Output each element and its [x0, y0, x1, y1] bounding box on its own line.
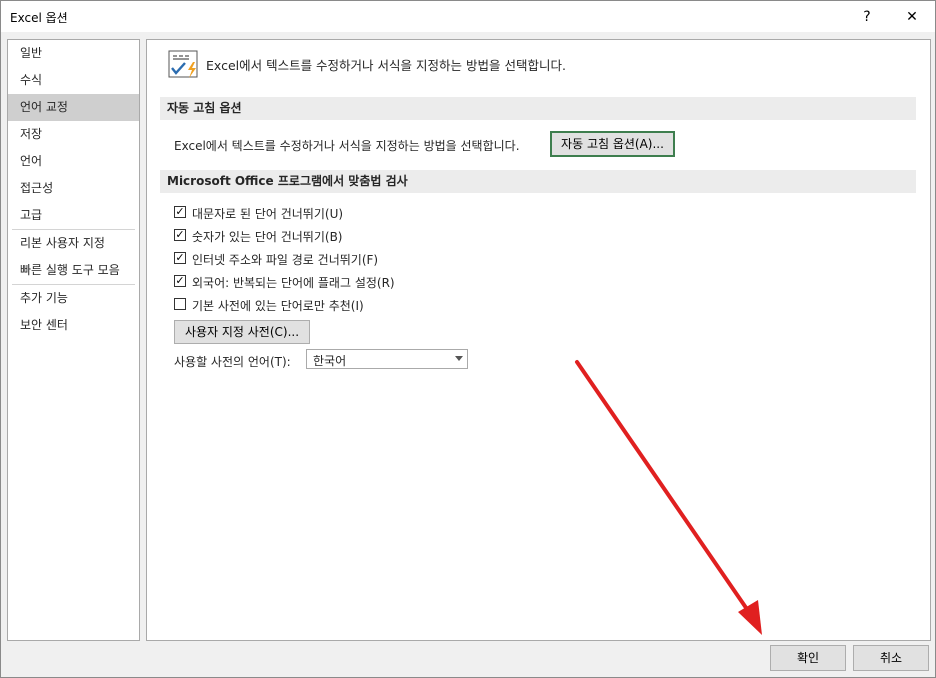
- checkbox[interactable]: ✓: [174, 229, 186, 241]
- proofing-icon: [168, 50, 198, 78]
- custom-dictionaries-button[interactable]: 사용자 지정 사전(C)...: [174, 320, 310, 344]
- option-label: 인터넷 주소와 파일 경로 건너뛰기(F): [192, 253, 379, 267]
- nav-item-add-ins[interactable]: 추가 기능: [8, 285, 139, 312]
- window-title: Excel 옵션: [10, 11, 68, 25]
- nav-item-save[interactable]: 저장: [8, 121, 139, 148]
- nav-item-general[interactable]: 일반: [8, 40, 139, 67]
- header-description: Excel에서 텍스트를 수정하거나 서식을 지정하는 방법을 선택합니다.: [206, 58, 566, 73]
- nav-item-proofing[interactable]: 언어 교정: [8, 94, 139, 121]
- category-nav: 일반 수식 언어 교정 저장 언어 접근성 고급 리본 사용자 지정 빠른 실행…: [7, 39, 140, 641]
- help-button[interactable]: ?: [850, 5, 884, 29]
- option-label: 숫자가 있는 단어 건너뛰기(B): [192, 230, 343, 244]
- chevron-down-icon: [455, 356, 463, 361]
- nav-item-language[interactable]: 언어: [8, 148, 139, 175]
- content-panel: Excel에서 텍스트를 수정하거나 서식을 지정하는 방법을 선택합니다. 자…: [146, 39, 931, 641]
- options-dialog: Excel 옵션 ? ✕ 일반 수식 언어 교정 저장 언어 접근성 고급 리본…: [0, 0, 936, 678]
- title-bar: Excel 옵션 ? ✕: [1, 1, 935, 32]
- cancel-button[interactable]: 취소: [853, 645, 929, 671]
- nav-item-quick-access-toolbar[interactable]: 빠른 실행 도구 모음: [8, 257, 139, 284]
- option-label: 대문자로 된 단어 건너뛰기(U): [192, 207, 344, 221]
- autocorrect-section-title: 자동 고침 옵션: [160, 97, 916, 120]
- close-button[interactable]: ✕: [895, 5, 929, 29]
- nav-item-trust-center[interactable]: 보안 센터: [8, 312, 139, 339]
- option-label: 기본 사전에 있는 단어로만 추천(I): [192, 299, 364, 313]
- dictionary-language-select[interactable]: 한국어: [306, 349, 468, 369]
- option-label: 외국어: 반복되는 단어에 플래그 설정(R): [192, 276, 395, 290]
- checkbox[interactable]: ✓: [174, 275, 186, 287]
- checkbox[interactable]: ✓: [174, 206, 186, 218]
- nav-item-customize-ribbon[interactable]: 리본 사용자 지정: [8, 230, 139, 257]
- checkbox[interactable]: [174, 298, 186, 310]
- selected-language: 한국어: [313, 354, 347, 368]
- nav-item-accessibility[interactable]: 접근성: [8, 175, 139, 202]
- nav-item-advanced[interactable]: 고급: [8, 202, 139, 229]
- autocorrect-description: Excel에서 텍스트를 수정하거나 서식을 지정하는 방법을 선택합니다.: [174, 139, 520, 153]
- checkbox[interactable]: ✓: [174, 252, 186, 264]
- dictionary-language-label: 사용할 사전의 언어(T):: [174, 355, 291, 369]
- nav-item-formulas[interactable]: 수식: [8, 67, 139, 94]
- ok-button[interactable]: 확인: [770, 645, 846, 671]
- spelling-section-title: Microsoft Office 프로그램에서 맞춤법 검사: [160, 170, 916, 193]
- autocorrect-options-button[interactable]: 자동 고침 옵션(A)...: [550, 131, 675, 157]
